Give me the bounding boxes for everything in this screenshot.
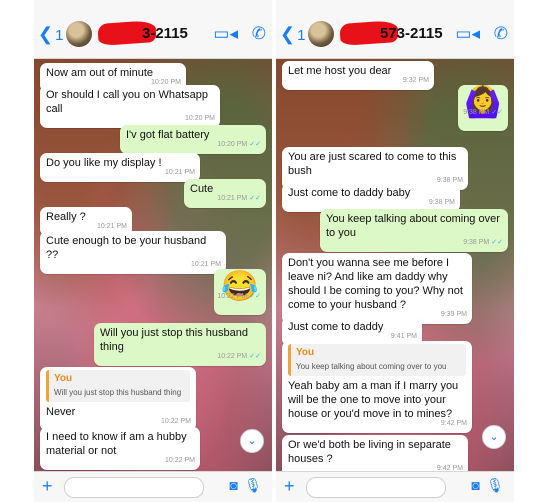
read-tick-icon: ✓✓ <box>249 195 261 202</box>
message-outgoing[interactable]: Will you just stop this husband thing 10:… <box>94 323 266 366</box>
camera-icon[interactable]: ◙ <box>472 477 480 493</box>
message-text: Now am out of minute <box>46 67 153 79</box>
quote-text: Will you just stop this husband thing <box>54 388 182 397</box>
quote-text: You keep talking about coming over to yo… <box>296 362 447 371</box>
chat-header: ❮ 1 573-2115 ▭◂ ✆ <box>276 14 514 59</box>
read-tick-icon: ✓✓ <box>491 239 503 246</box>
left-chat-screen: ❮ 1 3-2115 ▭◂ ✆ Now am out of minute 10:20… <box>34 0 272 502</box>
chevron-down-icon: ⌄ <box>489 431 499 443</box>
contact-name[interactable]: 3-2115 <box>142 25 188 42</box>
avatar[interactable] <box>66 21 92 47</box>
composer-bar: + ◙ 🎙 <box>34 471 272 502</box>
phone-icon[interactable]: ✆ <box>252 24 266 44</box>
message-incoming[interactable]: Or we'd both be living in separate house… <box>282 435 468 472</box>
message-incoming[interactable]: I need to know if am a hubby material or… <box>40 427 200 470</box>
unread-count: 1 <box>297 27 306 44</box>
quoted-message[interactable]: You You keep talking about coming over to… <box>288 344 466 376</box>
read-tick-icon: ✓✓ <box>249 353 261 360</box>
plus-icon[interactable]: + <box>284 476 295 497</box>
phone-icon[interactable]: ✆ <box>494 24 508 44</box>
message-time: 10:20 PM <box>217 141 248 148</box>
message-text: Let me host you dear <box>288 65 392 77</box>
message-time: 10:21 PM <box>165 169 195 176</box>
message-time: 10:22 PM <box>165 457 195 464</box>
message-incoming[interactable]: Don't you wanna see me before I leave ni… <box>282 253 472 324</box>
message-time: 9:32 PM <box>402 77 429 84</box>
message-text: Really ? <box>46 211 86 223</box>
microphone-icon[interactable]: 🎙 <box>244 477 262 494</box>
message-outgoing[interactable]: I'v got flat battery 10:20 PM ✓✓ <box>120 125 266 154</box>
microphone-icon[interactable]: 🎙 <box>486 477 504 494</box>
chevron-left-icon: ❮ <box>280 24 296 44</box>
status-bar <box>34 0 272 14</box>
message-incoming[interactable]: Or should I call you on Whatsapp call 10:… <box>40 85 220 128</box>
back-button[interactable]: ❮ 1 <box>38 24 63 45</box>
message-outgoing[interactable]: You keep talking about coming over to yo… <box>320 209 508 252</box>
scroll-down-button[interactable]: ⌄ <box>482 425 506 449</box>
scroll-down-button[interactable]: ⌄ <box>240 429 264 453</box>
message-text: Or we'd both be living in separate house… <box>288 439 451 465</box>
back-button[interactable]: ❮ 1 <box>280 24 305 45</box>
message-text: Or should I call you on Whatsapp call <box>46 89 209 115</box>
message-text: Never <box>46 406 76 418</box>
quote-author: You <box>54 373 73 384</box>
message-text: Cute enough to be your husband ?? <box>46 235 207 261</box>
message-time: 9:38 PM <box>428 199 455 206</box>
message-time: 9:42 PM <box>440 420 467 427</box>
message-input[interactable] <box>64 477 204 498</box>
chevron-left-icon: ❮ <box>38 24 54 44</box>
video-call-icon[interactable]: ▭◂ <box>455 24 480 44</box>
quote-author: You <box>296 347 315 358</box>
message-incoming[interactable]: Cute enough to be your husband ?? 10:21 P… <box>40 231 226 274</box>
unread-count: 1 <box>55 27 64 44</box>
message-input[interactable] <box>306 477 446 498</box>
composer-bar: + ◙ 🎙 <box>276 471 514 502</box>
message-time: 10:21 PM <box>217 195 248 202</box>
message-incoming-reply[interactable]: You Will you just stop this husband thing… <box>40 367 196 431</box>
message-incoming-reply[interactable]: You You keep talking about coming over to… <box>282 341 472 433</box>
read-tick-icon: ✓✓ <box>491 109 503 116</box>
message-time: 10:20 PM <box>185 115 215 122</box>
video-call-icon[interactable]: ▭◂ <box>213 24 238 44</box>
chat-area: Now am out of minute 10:20 PM Or should I… <box>34 59 272 472</box>
read-tick-icon: ✓✓ <box>249 141 261 148</box>
message-time: 9:38 PM <box>463 239 490 246</box>
status-bar <box>276 0 514 14</box>
quoted-message[interactable]: You Will you just stop this husband thing <box>46 370 190 402</box>
message-text: Do you like my display ! <box>46 157 162 169</box>
chevron-down-icon: ⌄ <box>247 435 257 447</box>
message-text: Don't you wanna see me before I leave ni… <box>288 257 463 311</box>
message-outgoing-emoji[interactable]: 🙆‍♀️ 9:38 PM ✓✓ <box>458 85 508 131</box>
right-chat-screen: ❮ 1 573-2115 ▭◂ ✆ Let me host you dear 9:3… <box>276 0 514 502</box>
message-time: 10:22 PM <box>217 293 248 300</box>
message-time: 9:38 PM <box>463 109 490 116</box>
message-text: Just come to daddy <box>288 321 384 333</box>
message-time: 9:39 PM <box>440 311 467 318</box>
message-text: I'v got flat battery <box>126 129 210 141</box>
message-incoming[interactable]: Just come to daddy baby 9:38 PM <box>282 183 460 212</box>
chat-area: Let me host you dear 9:32 PM 🙆‍♀️ 9:38 PM ✓… <box>276 59 514 472</box>
message-text: Yeah baby am a man if I marry you will b… <box>288 380 459 420</box>
message-text: Just come to daddy baby <box>288 187 411 199</box>
plus-icon[interactable]: + <box>42 476 53 497</box>
chat-header: ❮ 1 3-2115 ▭◂ ✆ <box>34 14 272 59</box>
message-text: You are just scared to come to this bush <box>288 151 457 177</box>
message-time: 10:22 PM <box>217 353 248 360</box>
message-outgoing-emoji[interactable]: 😂 10:22 PM ✓✓ <box>214 269 266 315</box>
message-outgoing[interactable]: Cute 10:21 PM ✓✓ <box>184 179 266 208</box>
message-text: Cute <box>190 183 214 195</box>
avatar[interactable] <box>308 21 334 47</box>
message-incoming[interactable]: Let me host you dear 9:32 PM <box>282 61 434 90</box>
message-incoming[interactable]: Do you like my display ! 10:21 PM <box>40 153 200 182</box>
camera-icon[interactable]: ◙ <box>230 477 238 493</box>
read-tick-icon: ✓✓ <box>249 293 261 300</box>
contact-name[interactable]: 573-2115 <box>380 25 443 42</box>
